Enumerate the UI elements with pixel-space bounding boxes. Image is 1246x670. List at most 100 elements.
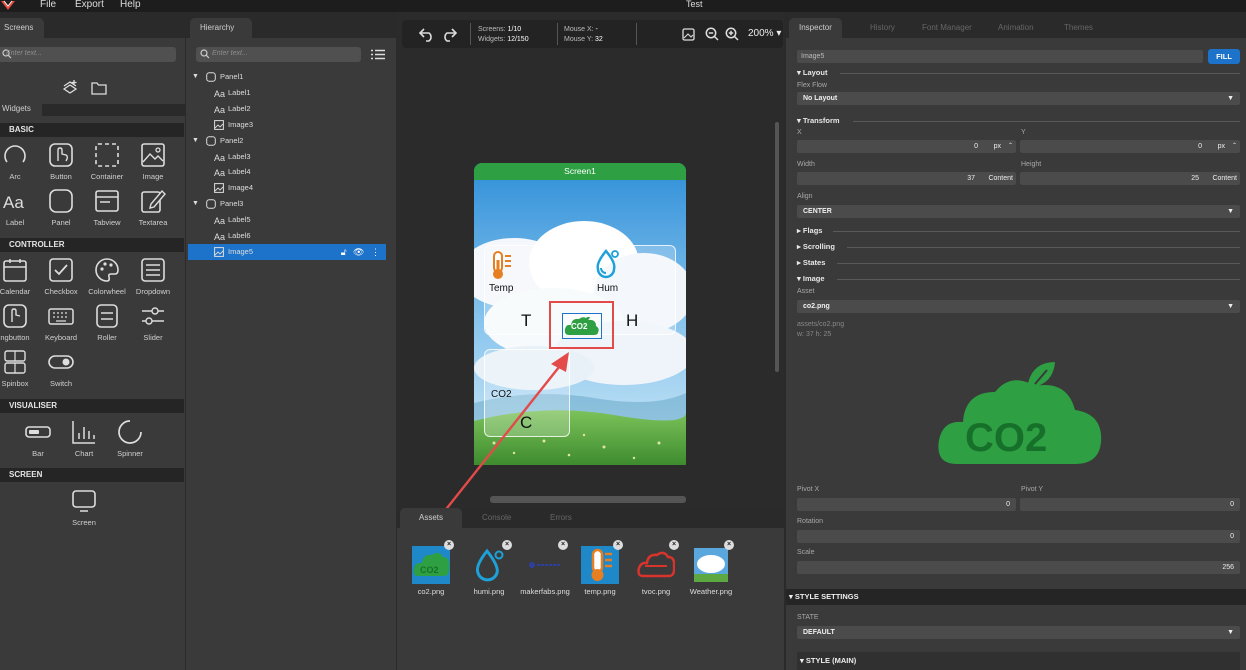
remove-asset-icon[interactable]: × [444, 540, 454, 550]
states-section-toggle[interactable]: ▸ States [797, 258, 825, 267]
undo-icon[interactable] [418, 26, 436, 42]
folder-icon[interactable] [91, 81, 107, 95]
layout-section-toggle[interactable]: ▾ Layout [797, 68, 827, 77]
hierarchy-item-panel3[interactable]: ▼ Panel3 [188, 196, 386, 212]
style-main-header[interactable]: ▾ STYLE (MAIN) [797, 652, 1240, 670]
hierarchy-item-image5[interactable]: Image5 🔓︎ 👁︎ ⋮ [188, 243, 386, 260]
fill-button[interactable]: FILL [1208, 49, 1240, 64]
expand-toggle-icon[interactable]: ▼ [192, 69, 199, 85]
x-input[interactable]: 0 px ⌃ [797, 140, 1016, 153]
zoom-in-icon[interactable] [725, 27, 739, 41]
tab-screens[interactable]: Screens [0, 18, 44, 38]
asset-item-temp[interactable]: × temp.png [571, 540, 629, 596]
widget-arc[interactable]: Arc [0, 139, 38, 185]
pivot-x-input[interactable]: 0 [797, 498, 1016, 511]
widget-keyboard[interactable]: Keyboard [38, 300, 84, 346]
list-options-icon[interactable] [371, 49, 385, 60]
unlock-icon[interactable]: 🔓︎ [341, 247, 347, 257]
tab-font-manager[interactable]: Font Manager [912, 18, 982, 38]
height-input[interactable]: 25 Content [1020, 172, 1240, 185]
widget-button[interactable]: Button [38, 139, 84, 185]
hum-label[interactable]: Hum [597, 283, 618, 294]
remove-asset-icon[interactable]: × [558, 540, 568, 550]
x-unit[interactable]: px [994, 140, 1001, 153]
unit-stepper-icon[interactable]: ⌃ [1008, 140, 1013, 153]
asset-item-humi[interactable]: × humi.png [460, 540, 518, 596]
more-options-icon[interactable]: ⋮ [371, 247, 380, 257]
widget-roller[interactable]: Roller [84, 300, 130, 346]
height-unit[interactable]: Content [1212, 172, 1237, 185]
eye-icon[interactable]: 👁︎ [353, 247, 364, 257]
zoom-out-icon[interactable] [705, 27, 719, 41]
widget-slider[interactable]: Slider [130, 300, 176, 346]
remove-asset-icon[interactable]: × [724, 540, 734, 550]
thermometer-icon[interactable] [487, 250, 513, 280]
tab-assets[interactable]: Assets [400, 508, 462, 528]
image-section-toggle[interactable]: ▾ Image [797, 274, 825, 283]
widget-container[interactable]: Container [84, 139, 130, 185]
y-input[interactable]: 0 px ⌃ [1020, 140, 1240, 153]
hierarchy-item-label3[interactable]: Aa Label3 [188, 149, 386, 165]
asset-item-makerfabs[interactable]: × makerfabs.png [516, 540, 574, 596]
widget-dropdown[interactable]: Dropdown [130, 254, 176, 300]
scrolling-section-toggle[interactable]: ▸ Scrolling [797, 242, 835, 251]
menu-help[interactable]: Help [120, 0, 141, 10]
style-settings-header[interactable]: ▾ STYLE SETTINGS [786, 589, 1246, 605]
remove-asset-icon[interactable]: × [613, 540, 623, 550]
temp-label[interactable]: Temp [489, 283, 513, 294]
flags-section-toggle[interactable]: ▸ Flags [797, 226, 822, 235]
hierarchy-item-label1[interactable]: Aa Label1 [188, 85, 386, 101]
width-unit[interactable]: Content [988, 172, 1013, 185]
remove-asset-icon[interactable]: × [502, 540, 512, 550]
hierarchy-item-image4[interactable]: Image4 [188, 180, 386, 196]
state-select[interactable]: DEFAULT ▼ [797, 626, 1240, 639]
width-input[interactable]: 37 Content [797, 172, 1016, 185]
transform-section-toggle[interactable]: ▾ Transform [797, 116, 840, 125]
expand-toggle-icon[interactable]: ▼ [192, 133, 199, 149]
widget-screen[interactable]: Screen [61, 485, 107, 531]
unit-stepper-icon[interactable]: ⌃ [1232, 140, 1237, 153]
asset-select[interactable]: co2.png ▼ [797, 300, 1240, 313]
hierarchy-item-image3[interactable]: Image3 [188, 117, 386, 133]
t-label[interactable]: T [521, 311, 531, 331]
redo-icon[interactable] [440, 26, 458, 42]
hierarchy-item-label6[interactable]: Aa Label6 [188, 228, 386, 244]
expand-toggle-icon[interactable]: ▼ [192, 196, 199, 212]
hierarchy-item-label4[interactable]: Aa Label4 [188, 164, 386, 180]
widget-image[interactable]: Image [130, 139, 176, 185]
humidity-icon[interactable] [592, 247, 622, 279]
widget-bar[interactable]: Bar [15, 416, 61, 462]
widget-calendar[interactable]: Calendar [0, 254, 38, 300]
widget-switch[interactable]: Switch [38, 346, 84, 392]
widget-panel[interactable]: Panel [38, 185, 84, 231]
scale-input[interactable]: 256 [797, 561, 1240, 574]
widget-label[interactable]: Aa Label [0, 185, 38, 231]
widget-colorwheel[interactable]: Colorwheel [84, 254, 130, 300]
widget-checkbox[interactable]: Checkbox [38, 254, 84, 300]
rotation-input[interactable]: 0 [797, 530, 1240, 543]
hierarchy-item-label5[interactable]: Aa Label5 [188, 212, 386, 228]
remove-asset-icon[interactable]: × [669, 540, 679, 550]
widget-chart[interactable]: Chart [61, 416, 107, 462]
hierarchy-item-label2[interactable]: Aa Label2 [188, 101, 386, 117]
widget-name-input[interactable]: Image5 [797, 50, 1203, 63]
asset-item-co2[interactable]: CO2 × co2.png [402, 540, 460, 596]
menu-export[interactable]: Export [75, 0, 104, 10]
widget-tabview[interactable]: Tabview [84, 185, 130, 231]
add-screen-icon[interactable] [62, 80, 78, 96]
widget-imgbutton[interactable]: ngbutton [0, 300, 38, 346]
asset-item-tvoc[interactable]: × tvoc.png [627, 540, 685, 596]
screens-search-input[interactable]: Enter text... [0, 47, 176, 62]
asset-item-weather[interactable]: × Weather.png [682, 540, 740, 596]
h-label[interactable]: H [626, 311, 638, 331]
hierarchy-item-panel2[interactable]: ▼ Panel2 [188, 133, 386, 149]
tab-console[interactable]: Console [472, 508, 521, 528]
hierarchy-search-input[interactable]: Enter text... [196, 47, 361, 62]
widget-spinbox[interactable]: Spinbox [0, 346, 38, 392]
pivot-y-input[interactable]: 0 [1020, 498, 1240, 511]
y-unit[interactable]: px [1218, 140, 1225, 153]
tab-animation[interactable]: Animation [988, 18, 1044, 38]
widget-spinner[interactable]: Spinner [107, 416, 153, 462]
tab-errors[interactable]: Errors [540, 508, 582, 528]
tab-widgets[interactable]: Widgets [0, 102, 42, 116]
